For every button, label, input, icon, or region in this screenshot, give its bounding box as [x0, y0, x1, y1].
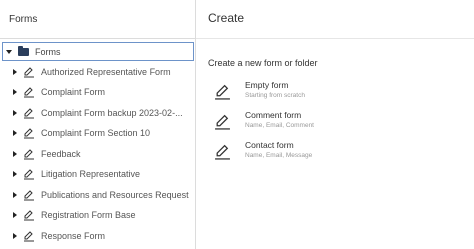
edit-form-icon — [24, 108, 34, 119]
tree-root-forms[interactable]: Forms — [2, 42, 194, 61]
caret-right-icon[interactable] — [13, 212, 17, 218]
caret-right-icon[interactable] — [13, 110, 17, 116]
forms-sidebar: Forms Forms Authorized Representative Fo… — [0, 0, 196, 249]
option-comment-form[interactable]: Comment form Name, Email, Comment — [214, 110, 464, 134]
caret-down-icon[interactable] — [6, 49, 12, 54]
create-section-title: Create a new form or folder — [208, 58, 318, 68]
tree-item-authorized-representative-form[interactable]: Authorized Representative Form — [0, 62, 194, 82]
edit-form-icon — [215, 144, 230, 160]
option-title: Contact form — [245, 140, 294, 150]
tree-item-complaint-form[interactable]: Complaint Form — [0, 82, 194, 102]
caret-right-icon[interactable] — [13, 69, 17, 75]
create-header: Create — [196, 0, 474, 39]
caret-right-icon[interactable] — [13, 233, 17, 239]
edit-form-icon — [24, 149, 34, 160]
caret-right-icon[interactable] — [13, 89, 17, 95]
tree-item-label: Publications and Resources Request — [41, 190, 189, 200]
create-panel: Create Create a new form or folder Empty… — [196, 0, 474, 249]
caret-right-icon[interactable] — [13, 130, 17, 136]
option-subtitle: Name, Email, Message — [245, 152, 313, 159]
create-title: Create — [208, 11, 245, 25]
edit-form-icon — [24, 169, 34, 180]
edit-form-icon — [24, 67, 34, 78]
edit-form-icon — [24, 231, 34, 242]
folder-icon — [18, 45, 29, 56]
edit-form-icon — [24, 128, 34, 139]
caret-right-icon[interactable] — [13, 151, 17, 157]
caret-right-icon[interactable] — [13, 171, 17, 177]
option-subtitle: Name, Email, Comment — [245, 122, 314, 129]
tree-item-publications-and-resources-request[interactable]: Publications and Resources Request — [0, 185, 194, 205]
edit-form-icon — [24, 87, 34, 98]
edit-form-icon — [24, 210, 34, 221]
tree-item-complaint-form-backup[interactable]: Complaint Form backup 2023-02-... — [0, 103, 194, 123]
edit-form-icon — [215, 114, 230, 130]
tree-item-litigation-representative[interactable]: Litigation Representative — [0, 164, 194, 184]
option-empty-form[interactable]: Empty form Starting from scratch — [214, 80, 464, 104]
tree-item-label: Registration Form Base — [41, 210, 136, 220]
tree-item-label: Litigation Representative — [41, 169, 141, 179]
tree-item-response-form[interactable]: Response Form — [0, 226, 194, 246]
tree-item-label: Complaint Form backup 2023-02-... — [41, 108, 183, 118]
tree-item-label: Authorized Representative Form — [41, 67, 171, 77]
edit-form-icon — [215, 84, 230, 100]
tree-root-label: Forms — [35, 46, 61, 57]
caret-right-icon[interactable] — [13, 192, 17, 198]
tree-item-label: Complaint Form Section 10 — [41, 128, 151, 138]
tree-item-registration-form-base[interactable]: Registration Form Base — [0, 205, 194, 225]
option-subtitle: Starting from scratch — [245, 92, 305, 99]
tree-item-label: Complaint Form — [41, 87, 106, 97]
tree-item-feedback[interactable]: Feedback — [0, 144, 194, 164]
option-title: Empty form — [245, 80, 289, 90]
sidebar-header: Forms — [0, 0, 195, 39]
tree-item-complaint-form-section-10[interactable]: Complaint Form Section 10 — [0, 123, 194, 143]
edit-form-icon — [24, 190, 34, 201]
sidebar-title: Forms — [9, 14, 38, 25]
tree-item-label: Response Form — [41, 231, 106, 241]
option-contact-form[interactable]: Contact form Name, Email, Message — [214, 140, 464, 164]
tree-item-label: Feedback — [41, 149, 81, 159]
option-title: Comment form — [245, 110, 302, 120]
